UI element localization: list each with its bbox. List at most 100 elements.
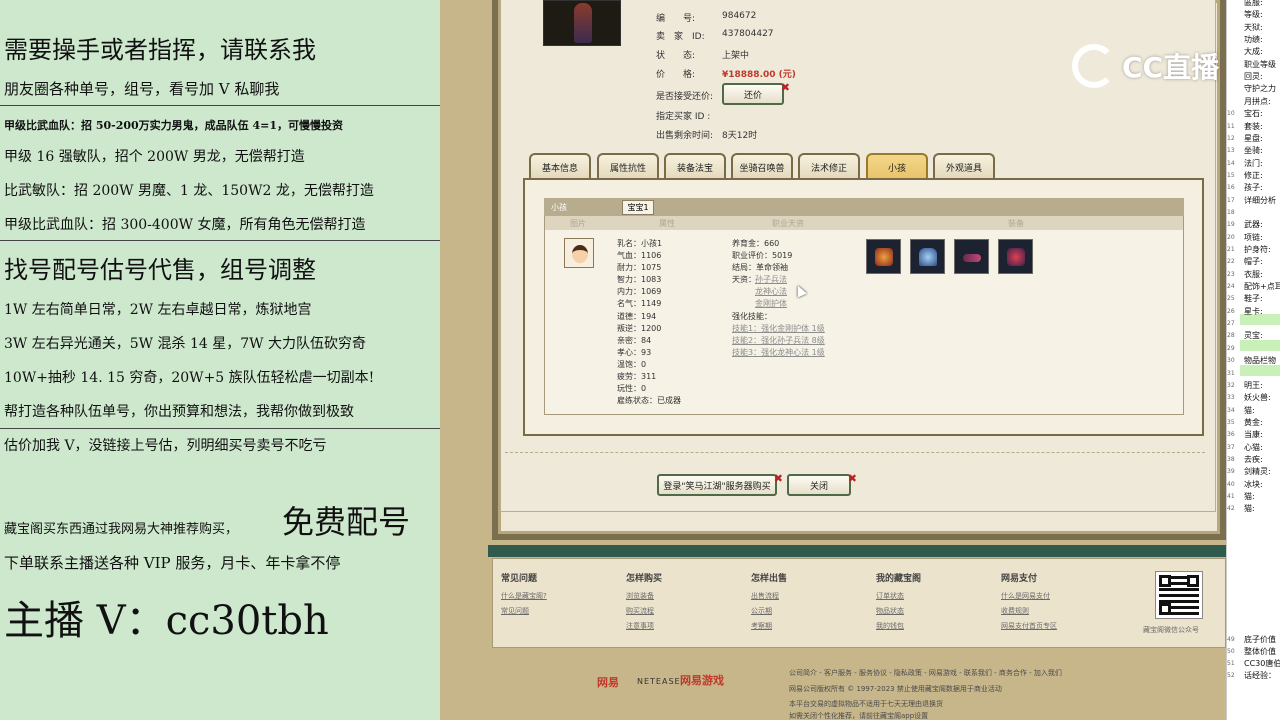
sidebar-row-label: 區服: (1244, 0, 1263, 7)
stat-intimacy: 亲密：84 (617, 336, 652, 345)
footer-link[interactable]: 什么是藏宝阁? (501, 591, 547, 601)
close-button[interactable]: 关闭 ✖ (787, 472, 857, 496)
footer-link[interactable]: 我的钱包 (876, 621, 904, 631)
sidebar-row-label: 猫: (1244, 405, 1255, 415)
column-header (545, 216, 1183, 230)
qr-caption: 藏宝阁微信公众号 (1143, 626, 1199, 634)
copyright: 网易公司版权所有 © 1997-2023 禁止使用藏宝阁数据用于商业活动 (789, 685, 1002, 693)
overlay-line: 10W+抽秒 14. 15 穷奇，20W+5 族队伍轻松虐一切副本! (4, 370, 375, 386)
vase-icon (919, 248, 937, 266)
overlay-line: 甲级 16 强敏队，招个 200W 男龙，无偿帮打造 (4, 149, 305, 165)
sidebar-row-number: 35 (1227, 418, 1235, 426)
sidebar-row-label: 去疾: (1244, 454, 1263, 464)
notice: 如需关闭个性化推荐，请前往藏宝阁app设置 (789, 712, 929, 720)
overlay-line: 免费配号 (282, 503, 411, 541)
footer-heading: 常见问题 (501, 574, 538, 584)
equip-slot-4[interactable] (998, 239, 1033, 274)
cc-logo-icon (1072, 44, 1116, 88)
enhance-skill-link[interactable]: 技能3：强化龙神心法 1级 (732, 347, 825, 358)
sidebar-row-label: 详细分析 (1244, 195, 1276, 205)
row-highlight (1240, 365, 1280, 376)
sidebar-row-number: 16 (1227, 184, 1235, 192)
sidebar-row-number: 15 (1227, 171, 1235, 179)
sidebar-row-label: 法门: (1244, 158, 1263, 168)
footer-link[interactable]: 购买流程 (626, 606, 654, 616)
sidebar-row-number: 11 (1227, 122, 1235, 130)
stat-fame: 名气：1149 (617, 299, 662, 308)
stream-overlay-panel: 需要操手或者指挥，请联系我 朋友圈各种单号，组号，看号加 V 私聊我 甲级比武血… (0, 0, 440, 720)
footer-links-line[interactable]: 公司简介 - 客户服务 - 服务协议 - 隐私政策 - 网易游戏 - 联系我们 … (789, 668, 1062, 678)
footer-link[interactable]: 收费规则 (1001, 606, 1029, 616)
tab-spells[interactable]: 法术修正 (798, 153, 860, 179)
stat-rebellion: 叛逆：1200 (617, 324, 662, 333)
listing-price: ¥18888.00 (元) (722, 70, 796, 80)
enhance-skill-link[interactable]: 技能1：强化金刚护体 1级 (732, 323, 825, 334)
stat-playfulness: 玩性：0 (617, 384, 647, 393)
footer-link[interactable]: 常见问题 (501, 606, 529, 616)
sidebar-row-label: 职业等级 (1244, 59, 1276, 69)
sidebar-row-label: 月拼点: (1244, 96, 1271, 106)
tab-mounts[interactable]: 坐骑召唤兽 (731, 153, 793, 179)
buyer-id-label: 指定买家 ID : (656, 112, 711, 122)
footer-heading: 怎样出售 (751, 574, 788, 584)
sidebar-row-label: 星卡: (1244, 306, 1263, 316)
overlay-line: 找号配号估号代售，组号调整 (4, 256, 316, 284)
tab-attributes[interactable]: 属性抗性 (597, 153, 659, 179)
login-server-buy-button[interactable]: 登录"笑马江湖"服务器购买 ✖ (657, 472, 783, 496)
talent-link[interactable]: 龙神心法 (755, 286, 787, 297)
footer-link[interactable]: 物品状态 (876, 606, 904, 616)
sub-tab-baby1[interactable]: 宝宝1 (622, 200, 654, 215)
child-face-icon (572, 245, 588, 263)
overlay-line: 3W 左右异光通关，5W 混杀 14 星，7W 大力队伍砍穷奇 (4, 336, 366, 352)
talent-link[interactable]: 孙子兵法 (755, 274, 787, 285)
sidebar-summary-label: CC30唐伯 (1244, 659, 1280, 668)
column-header-career: 职业天资 (772, 219, 804, 228)
sidebar-row-label: 坐骑: (1244, 146, 1263, 156)
sidebar-row-label: 黄金: (1244, 417, 1263, 427)
tab-child[interactable]: 小孩 (866, 153, 928, 179)
sidebar-row-label: 套装: (1244, 121, 1263, 131)
footer (492, 558, 1226, 648)
equip-slot-2[interactable] (910, 239, 945, 274)
status-label: 状 态: (656, 51, 696, 61)
footer-link[interactable]: 什么是网易支付 (1001, 591, 1050, 601)
footer-link[interactable]: 订单状态 (876, 591, 904, 601)
footer-link[interactable]: 注意事项 (626, 621, 654, 631)
stat-name: 乳名：小孩1 (617, 239, 663, 248)
sidebar-row-number: 28 (1227, 332, 1235, 340)
stat-training: 雇练状态：已成器 (617, 396, 681, 405)
sidebar-row-number: 25 (1227, 295, 1235, 303)
counter-offer-button[interactable]: 还价 ✖ (722, 81, 790, 105)
close-icon: ✖ (780, 81, 790, 94)
overlay-line: 比武敏队：招 200W 男魔、1 龙、150W2 龙，无偿帮打造 (4, 183, 374, 199)
login-server-buy-label: 登录"笑马江湖"服务器购买 (663, 481, 771, 492)
enhance-title: 强化技能： (732, 312, 772, 321)
sidebar-summary-label: 话经验： (1244, 671, 1276, 680)
footer-link[interactable]: 网易支付首页专区 (1001, 621, 1057, 631)
footer-link[interactable]: 浏览装备 (626, 591, 654, 601)
sidebar-row-label: 宝石: (1244, 109, 1263, 119)
sidebar-row-number: 12 (1227, 134, 1235, 142)
tab-basic-info[interactable]: 基本信息 (529, 153, 591, 179)
drum-icon (875, 248, 893, 266)
footer-link[interactable]: 考察期 (751, 621, 772, 631)
equip-slot-1[interactable] (866, 239, 901, 274)
overlay-line: 藏宝阁买东西通过我网易大神推荐购买， (4, 522, 239, 537)
tab-equipment[interactable]: 装备法宝 (664, 153, 726, 179)
divider (0, 105, 440, 106)
footer-link[interactable]: 公示期 (751, 606, 772, 616)
footer-link[interactable]: 出售流程 (751, 591, 779, 601)
sidebar-row-number: 22 (1227, 258, 1235, 266)
netease-wordmark: NETEASE (637, 677, 681, 686)
column-header-equipment: 装备 (1008, 219, 1024, 228)
qr-corner (1159, 603, 1171, 615)
sidebar-row-number: 26 (1227, 307, 1235, 315)
sidebar-row-number: 39 (1227, 468, 1235, 476)
tab-appearance[interactable]: 外观道具 (933, 153, 995, 179)
counter-offer-label: 还价 (743, 90, 762, 101)
career-talent: 天资： (732, 275, 756, 284)
talent-link[interactable]: 金刚护体 (755, 298, 787, 309)
overlay-line: 1W 左右简单日常，2W 左右卓越日常，炼狱地宫 (4, 302, 312, 318)
equip-slot-3[interactable] (954, 239, 989, 274)
enhance-skill-link[interactable]: 技能2：强化孙子兵法 8级 (732, 335, 825, 346)
